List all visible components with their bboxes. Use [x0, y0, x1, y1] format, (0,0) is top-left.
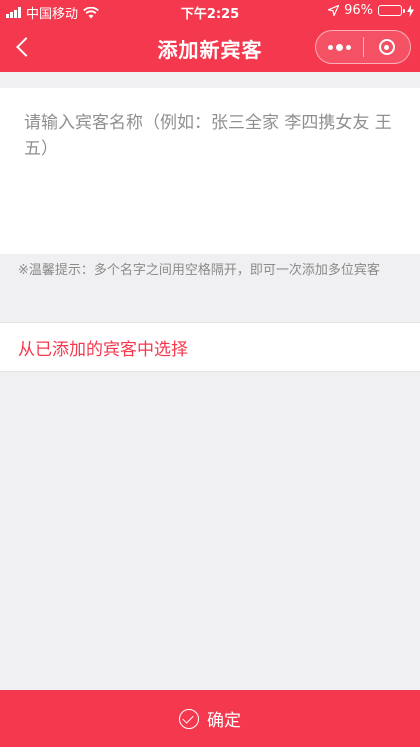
guest-name-input[interactable] [0, 88, 420, 254]
guest-name-input-area [0, 88, 420, 254]
select-existing-label: 从已添加的宾客中选择 [18, 339, 188, 360]
more-button[interactable] [316, 31, 363, 63]
check-circle-icon [179, 708, 199, 729]
battery-percent: 96% [344, 3, 373, 18]
status-right: 96% [328, 3, 414, 18]
tip-text: ※温馨提示：多个名字之间用空格隔开，即可一次添加多位宾客 [18, 263, 380, 278]
more-dots-icon [327, 43, 351, 51]
confirm-label: 确定 [207, 711, 241, 731]
confirm-button[interactable]: 确定 [0, 690, 420, 747]
status-bar: 中国移动 下午2:25 96% [0, 0, 420, 22]
charging-icon [407, 4, 414, 17]
header: 中国移动 下午2:25 96% 添加新宾客 [0, 0, 420, 72]
battery-icon [378, 5, 405, 16]
miniprogram-capsule [315, 30, 411, 64]
location-arrow-icon [328, 5, 340, 16]
close-miniprogram-button[interactable] [363, 31, 410, 63]
select-existing-guests-button[interactable]: 从已添加的宾客中选择 [0, 322, 420, 372]
close-target-icon [378, 39, 395, 55]
navbar: 添加新宾客 [0, 22, 420, 72]
